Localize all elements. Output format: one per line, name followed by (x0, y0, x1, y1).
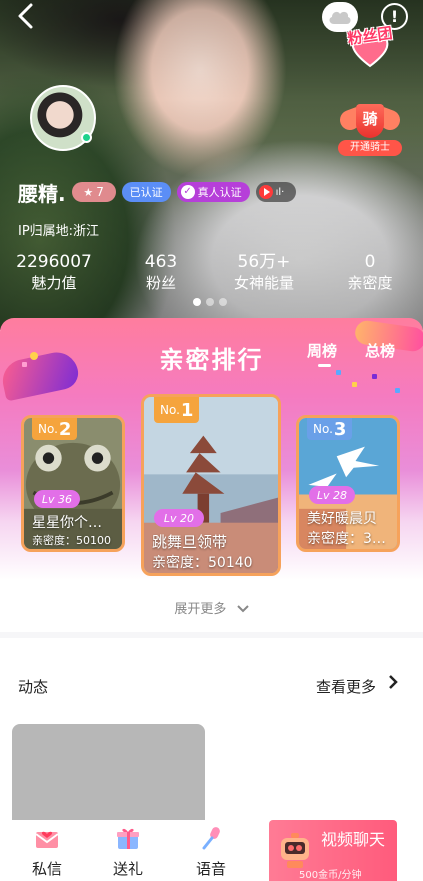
voice-label: 语音 (195, 860, 226, 878)
rank-intimacy: 亲密度：3… (307, 531, 386, 547)
stat-intimacy[interactable]: 0 亲密度 (335, 252, 405, 294)
level-badge: Lv 20 (154, 509, 204, 527)
name-row: 腰精. ★ 7 已认证 ✓ 真人认证 ıl· (18, 180, 296, 206)
real-person-label: 真人认证 (197, 186, 242, 199)
rank-intimacy: 亲密度：50140 (152, 555, 253, 571)
online-status-dot (81, 132, 92, 143)
carousel-dot[interactable] (219, 298, 227, 306)
section-divider (0, 632, 423, 638)
gift-label: 送礼 (112, 860, 143, 878)
video-chat-price: 500金币/分钟 (299, 870, 362, 881)
rank-intimacy: 亲密度：50100 (32, 534, 111, 547)
chevron-down-icon (236, 605, 249, 613)
message-label: 私信 (31, 860, 62, 878)
video-chat-label: 视频聊天 (321, 830, 386, 849)
rank-prefix: No. (38, 422, 58, 436)
chevron-left-icon (18, 3, 33, 29)
rank-card-1[interactable]: No. 1 Lv 20 跳舞旦领带 亲密度：50140 (141, 394, 281, 576)
rank-card-2[interactable]: No. 2 Lv 36 星星你个… 亲密度：50100 (21, 415, 125, 552)
profile-page: ! 粉丝团 骑 开通骑士 腰精. ★ 7 已认证 ✓ 真人认证 ıl· IP归属… (0, 0, 423, 881)
voice-call-button[interactable]: 语音 (186, 826, 236, 879)
intimacy-ranking: 亲密排行 周榜 总榜 No. 2 Lv 36 星星你个… 亲密度：50100 N… (0, 318, 423, 580)
rank-user-name: 星星你个… (32, 515, 102, 531)
envelope-heart-icon (35, 831, 59, 848)
certified-badge[interactable]: 已认证 (121, 182, 171, 202)
ranking-title: 亲密排行 (159, 346, 264, 374)
rank-value: 1 (180, 399, 194, 421)
stat-charm[interactable]: 2296007 魅力值 (14, 252, 94, 294)
stat-fans[interactable]: 463 粉丝 (126, 252, 196, 294)
fan-club-badge[interactable]: 粉丝团 (346, 22, 394, 70)
voice-intro-button[interactable]: ıl· (255, 182, 296, 202)
level-badge: Lv 28 (309, 486, 355, 504)
back-button[interactable] (14, 2, 44, 32)
stat-label: 魅力值 (31, 274, 77, 292)
soundwave-icon: ıl· (275, 186, 285, 198)
knight-badge[interactable]: 骑 开通骑士 (337, 104, 403, 158)
user-name: 腰精. (18, 181, 66, 206)
stat-value: 463 (144, 252, 178, 272)
gift-button[interactable]: 送礼 (103, 826, 153, 879)
tab-weekly[interactable]: 周榜 (307, 340, 337, 361)
rank-number: No. 3 (307, 418, 353, 440)
view-more-link[interactable]: 查看更多 (316, 676, 376, 697)
rank-user-name: 美好暖晨贝 (307, 511, 377, 527)
tab-active-indicator (318, 364, 331, 367)
level-badge: Lv 36 (34, 490, 80, 508)
shield-icon: 骑 (356, 104, 384, 138)
expand-more-label: 展开更多 (174, 602, 227, 617)
level-badge[interactable]: ★ 7 (71, 182, 116, 202)
carousel-indicator (193, 298, 232, 306)
rank-number: No. 1 (154, 397, 200, 423)
tab-total[interactable]: 总榜 (365, 340, 395, 361)
gift-icon (117, 828, 139, 849)
stat-value: 2296007 (16, 252, 92, 272)
microphone-icon (202, 827, 220, 850)
stat-value: 0 (364, 252, 376, 272)
stat-value: 56万+ (237, 252, 291, 272)
confetti (395, 388, 400, 393)
real-person-badge[interactable]: ✓ 真人认证 (176, 182, 250, 202)
chevron-right-icon[interactable] (388, 674, 398, 695)
rank-number: No. 2 (32, 418, 78, 440)
message-button[interactable]: 私信 (22, 826, 72, 879)
bottom-action-bar: 私信 送礼 语音 视频聊天 500金币/分钟 (0, 820, 423, 881)
carousel-dot[interactable] (193, 298, 201, 306)
expand-more-button[interactable]: 展开更多 (0, 598, 423, 617)
ip-location: IP归属地:浙江 (18, 224, 100, 239)
video-chat-button[interactable]: 视频聊天 500金币/分钟 (269, 820, 397, 881)
confetti (352, 382, 357, 387)
knight-label: 开通骑士 (338, 140, 402, 156)
rank-card-3[interactable]: No. 3 Lv 28 美好暖晨贝 亲密度：3… (296, 415, 400, 552)
robot-icon (281, 833, 309, 868)
rank-user-name: 跳舞旦领带 (152, 533, 228, 551)
rank-prefix: No. (313, 422, 333, 436)
dynamic-post-image[interactable] (12, 724, 205, 834)
rank-value: 3 (333, 418, 347, 440)
rank-value: 2 (58, 418, 72, 440)
stat-label: 女神能量 (233, 274, 294, 292)
level-value: 7 (96, 185, 104, 199)
stat-goddess-energy[interactable]: 56万+ 女神能量 (224, 252, 304, 294)
star-icon: ★ (83, 185, 94, 199)
carousel-dot[interactable] (206, 298, 214, 306)
play-icon (258, 185, 273, 199)
stats-row: 2296007 魅力值 463 粉丝 56万+ 女神能量 0 亲密度 (0, 252, 423, 296)
stat-label: 亲密度 (347, 274, 393, 292)
dynamic-title: 动态 (18, 678, 49, 696)
stat-label: 粉丝 (145, 274, 176, 292)
check-icon: ✓ (180, 185, 195, 199)
rank-prefix: No. (160, 403, 180, 417)
